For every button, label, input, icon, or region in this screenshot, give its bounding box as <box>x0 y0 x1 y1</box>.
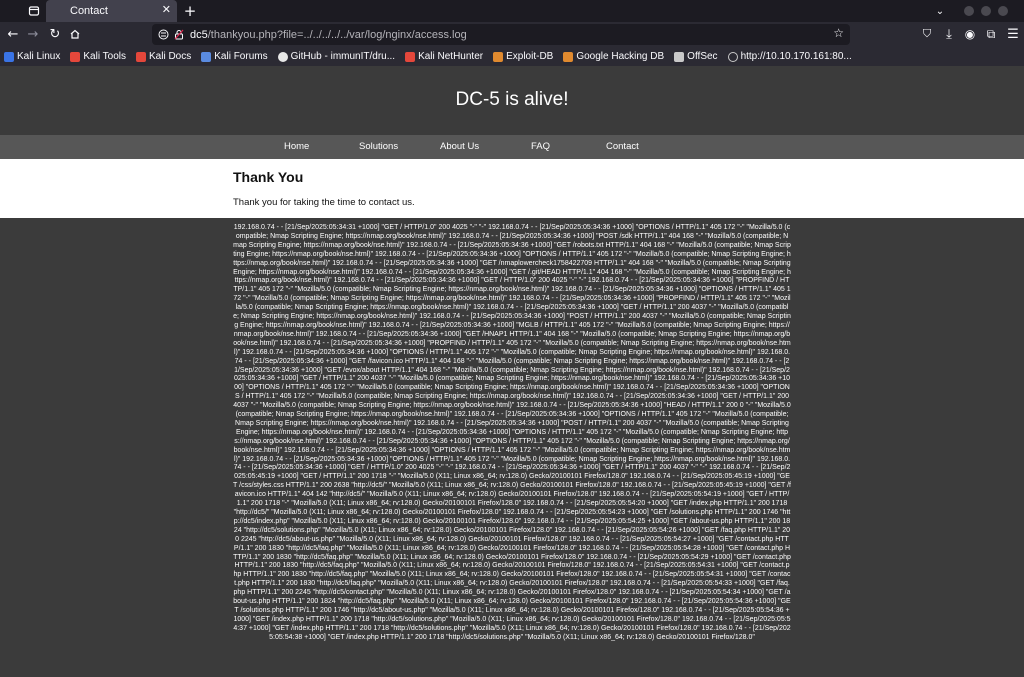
tab-favicon-icon <box>54 6 64 16</box>
forward-arrow-icon[interactable]: → <box>24 25 42 43</box>
exploit-db-icon <box>493 51 504 62</box>
pocket-icon[interactable]: ⛉ <box>918 25 936 43</box>
tab-overview-icon[interactable] <box>24 0 44 22</box>
new-tab-icon[interactable]: + <box>182 0 198 22</box>
bookmark-label: Kali Tools <box>83 51 126 62</box>
window-maximize-button[interactable] <box>981 6 991 16</box>
site-header: DC-5 is alive! <box>0 66 1024 135</box>
footer-log-area: 192.168.0.74 - - [21/Sep/2025:05:34:31 +… <box>0 218 1024 677</box>
bookmark-kali-nethunter[interactable]: Kali NetHunter <box>405 51 483 62</box>
bookmark-label: Kali NetHunter <box>418 51 484 62</box>
bookmark-star-icon[interactable]: ☆ <box>833 26 844 40</box>
close-tab-icon[interactable]: ✕ <box>162 3 171 16</box>
navigation-toolbar: ← → ↻ dc5/thankyou.php?file=../../../../… <box>0 22 1024 47</box>
bookmark-label: GitHub - immunIT/dru... <box>290 51 396 62</box>
window-minimize-button[interactable] <box>964 6 974 16</box>
account-icon[interactable]: ◉ <box>961 25 979 43</box>
reload-icon[interactable]: ↻ <box>46 25 64 43</box>
bookmark-kali-tools[interactable]: Kali Tools <box>70 51 126 62</box>
bookmark-kali-forums[interactable]: Kali Forums <box>201 51 268 62</box>
kali-forums-icon <box>201 51 212 62</box>
web-page: DC-5 is alive! Home Solutions About Us F… <box>0 66 1024 677</box>
tab-contact[interactable]: Contact ✕ <box>46 0 177 22</box>
bookmark-kali-docs[interactable]: Kali Docs <box>135 51 192 62</box>
address-bar[interactable]: dc5/thankyou.php?file=../../../../../var… <box>152 24 850 45</box>
globe-icon <box>727 51 738 62</box>
bookmark-label: Google Hacking DB <box>576 51 665 62</box>
bookmark-github[interactable]: GitHub - immunIT/dru... <box>277 51 396 62</box>
nav-link-about-us[interactable]: About Us <box>440 141 479 152</box>
bookmark-label: Kali Forums <box>214 51 268 62</box>
github-icon <box>277 51 288 62</box>
bookmark-label: Exploit-DB <box>506 51 554 62</box>
ghdb-icon <box>563 51 574 62</box>
menu-icon[interactable]: ☰ <box>1004 25 1022 43</box>
tab-bar: Contact ✕ + ⌄ <box>0 0 1024 22</box>
bookmark-google-hacking-db[interactable]: Google Hacking DB <box>563 51 664 62</box>
kali-dragon-icon <box>4 51 14 62</box>
home-icon[interactable] <box>66 25 84 43</box>
list-tabs-icon[interactable]: ⌄ <box>932 0 948 22</box>
bookmark-exploit-db[interactable]: Exploit-DB <box>493 51 553 62</box>
site-title: DC-5 is alive! <box>455 89 569 110</box>
bookmark-offsec[interactable]: OffSec <box>674 51 718 62</box>
nav-link-home[interactable]: Home <box>284 141 309 152</box>
access-log-output: 192.168.0.74 - - [21/Sep/2025:05:34:31 +… <box>233 224 791 641</box>
content-area: Thank You Thank you for taking the time … <box>0 159 1024 218</box>
bookmark-label: http://10.10.170.161:80... <box>740 51 852 62</box>
bookmarks-toolbar: Kali Linux Kali Tools Kali Docs Kali For… <box>0 47 1024 66</box>
nav-link-faq[interactable]: FAQ <box>531 141 550 152</box>
nav-link-contact[interactable]: Contact <box>606 141 639 152</box>
bookmark-label: OffSec <box>687 51 718 62</box>
window-close-button[interactable] <box>998 6 1008 16</box>
url-path: /thankyou.php?file=../../../../../var/lo… <box>207 28 467 41</box>
tab-title: Contact <box>70 5 108 17</box>
offsec-icon <box>674 51 685 62</box>
bookmark-label: Kali Docs <box>148 51 192 62</box>
back-arrow-icon[interactable]: ← <box>4 25 22 43</box>
site-nav: Home Solutions About Us FAQ Contact <box>0 135 1024 159</box>
kali-tools-icon <box>70 51 81 62</box>
nethunter-icon <box>405 51 416 62</box>
bookmark-kali-linux[interactable]: Kali Linux <box>4 51 60 62</box>
insecure-lock-icon[interactable] <box>174 25 184 44</box>
thank-you-message: Thank you for taking the time to contact… <box>233 197 415 208</box>
url-host: dc5 <box>190 28 208 41</box>
bookmark-label: Kali Linux <box>17 51 61 62</box>
page-heading: Thank You <box>233 169 304 185</box>
nav-link-solutions[interactable]: Solutions <box>359 141 398 152</box>
url-text: dc5/thankyou.php?file=../../../../../var… <box>190 29 467 41</box>
bookmark-local-server[interactable]: http://10.10.170.161:80... <box>727 51 852 62</box>
kali-docs-icon <box>135 51 146 62</box>
extensions-icon[interactable]: ⧉ <box>982 25 1000 43</box>
downloads-icon[interactable]: ⤓ <box>940 25 958 43</box>
page-info-icon[interactable] <box>158 25 169 44</box>
